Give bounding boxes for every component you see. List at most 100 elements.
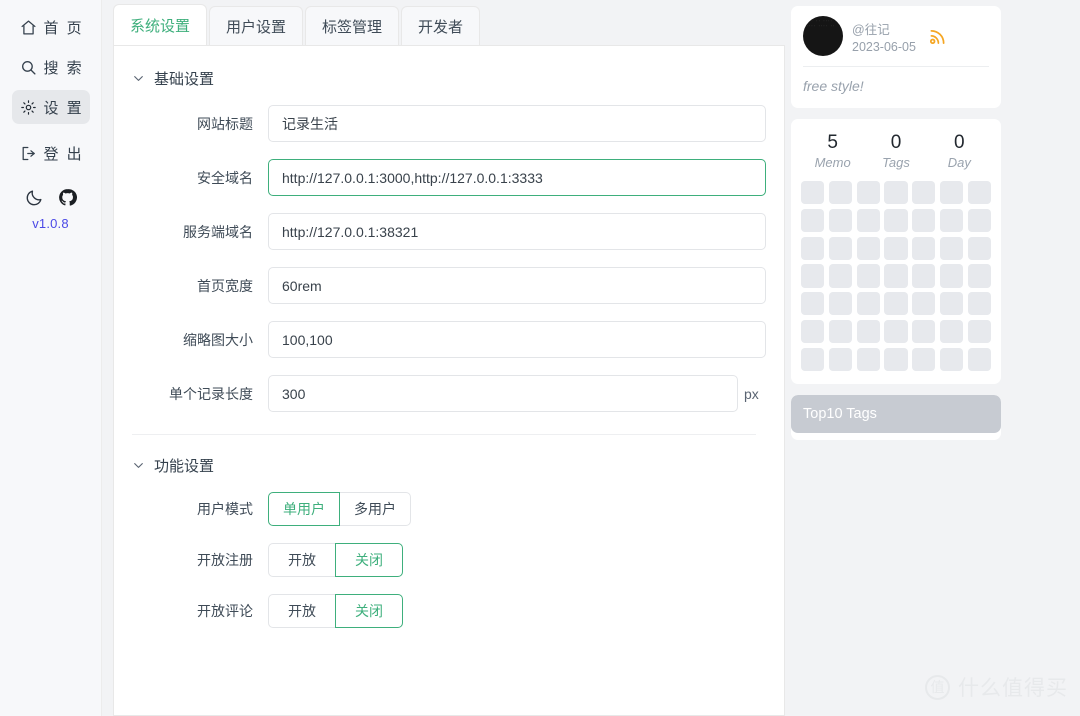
open-comment-option-closed[interactable]: 关闭 [335,594,403,628]
section-header-basic[interactable]: 基础设置 [122,68,766,89]
heatmap-cell[interactable] [939,292,964,316]
open-register-option-closed[interactable]: 关闭 [335,543,403,577]
heatmap-cell[interactable] [912,292,936,316]
field-secure-domain: 安全域名 http://127.0.0.1:3000,http://127.0.… [122,159,766,196]
user-mode-option-multi[interactable]: 多用户 [339,492,411,526]
field-thumbnail-size: 缩略图大小 100,100 [122,321,766,358]
tab-user-settings-label: 用户设置 [226,18,287,36]
heatmap-cell[interactable] [912,347,936,372]
tab-user-settings[interactable]: 用户设置 [209,6,304,45]
heatmap-cell[interactable] [884,292,908,316]
heatmap-cell[interactable] [967,347,992,372]
heatmap-cell[interactable] [884,264,908,288]
heatmap-cell[interactable] [884,181,908,205]
field-record-length: 单个记录长度 300 px [122,375,766,412]
heatmap-cell[interactable] [801,236,825,260]
open-comment-option-open[interactable]: 开放 [268,594,336,628]
heatmap-cell[interactable] [912,208,936,233]
heatmap-cell[interactable] [939,236,964,260]
section-header-feature[interactable]: 功能设置 [122,455,766,476]
open-register-option-open[interactable]: 开放 [268,543,336,577]
section-header-basic-label: 基础设置 [154,71,215,88]
heatmap-cell[interactable] [856,292,880,316]
logout-icon [20,145,37,162]
heatmap-cell[interactable] [801,264,825,288]
heatmap-cell[interactable] [912,264,936,288]
watermark: 值 什么值得买 [925,672,1068,702]
heatmap-cell[interactable] [828,264,853,288]
heatmap-cell[interactable] [939,181,964,205]
user-card-divider [803,66,989,67]
sidebar-item-home[interactable]: 首 页 [12,10,90,44]
heatmap-cell[interactable] [967,292,992,316]
heatmap-cell[interactable] [828,181,853,205]
heatmap-cell[interactable] [856,208,880,233]
stat-memo: 5 Memo [801,130,864,170]
heatmap-cell[interactable] [828,208,853,233]
heatmap-cell[interactable] [828,347,853,372]
server-domain-input[interactable]: http://127.0.0.1:38321 [268,213,766,250]
tab-tag-management[interactable]: 标签管理 [305,6,400,45]
heatmap-cell[interactable] [856,181,880,205]
heatmap-cell[interactable] [912,236,936,260]
github-icon[interactable] [58,188,77,207]
thumbnail-size-input[interactable]: 100,100 [268,321,766,358]
heatmap-cell[interactable] [939,319,964,344]
heatmap-cell[interactable] [856,319,880,344]
stats-card: 5 Memo 0 Tags 0 Day [791,119,1001,385]
heatmap-cell[interactable] [884,347,908,372]
heatmap-cell[interactable] [801,347,825,372]
heatmap-cell[interactable] [939,208,964,233]
heatmap-cell[interactable] [856,347,880,372]
heatmap-cell[interactable] [801,181,825,205]
heatmap-cell[interactable] [884,208,908,233]
stat-tags-value: 0 [890,132,902,153]
stat-tags: 0 Tags [864,130,927,170]
home-width-input[interactable]: 60rem [268,267,766,304]
sidebar-item-search[interactable]: 搜 索 [12,50,90,84]
heatmap-cell[interactable] [967,319,992,344]
user-meta: @往记 2023-06-05 [852,19,916,54]
heatmap-cell[interactable] [801,292,825,316]
heatmap-cell[interactable] [828,292,853,316]
heatmap-cell[interactable] [912,181,936,205]
avatar[interactable]: ··· ·· ···· · ···· ···· ·· [803,16,843,56]
rss-icon[interactable] [927,26,948,47]
heatmap-cell[interactable] [856,236,880,260]
user-tagline: free style! [803,78,864,94]
sidebar-item-logout[interactable]: 登 出 [12,136,90,170]
heatmap-cell[interactable] [828,236,853,260]
sidebar-icon-row [25,188,77,207]
heatmap-cell[interactable] [801,208,825,233]
field-site-title: 网站标题 记录生活 [122,105,766,142]
tab-system-settings[interactable]: 系统设置 [113,4,208,45]
tab-developer[interactable]: 开发者 [401,6,481,45]
heatmap-cell[interactable] [856,264,880,288]
stat-tags-label: Tags [882,155,910,170]
user-date: 2023-06-05 [852,39,916,54]
heatmap-cell[interactable] [884,319,908,344]
heatmap-cell[interactable] [967,181,992,205]
sidebar-item-settings[interactable]: 设 置 [11,90,90,124]
heatmap-cell[interactable] [828,319,853,344]
heatmap-cell[interactable] [884,236,908,260]
heatmap-cell[interactable] [967,236,992,260]
right-sidebar: ··· ·· ···· · ···· ···· ·· @往记 2023-06-0… [785,0,1080,716]
moon-icon[interactable] [25,188,44,207]
field-server-domain-label: 服务端域名 [183,223,253,240]
heatmap-cell[interactable] [939,347,964,372]
heatmap-cell[interactable] [939,264,964,288]
heatmap-cell[interactable] [967,208,992,233]
secure-domain-input[interactable]: http://127.0.0.1:3000,http://127.0.0.1:3… [268,159,766,196]
main-content: 系统设置 用户设置 标签管理 开发者 基础设置 网站标题 记录生活 安全域名 h… [102,0,785,716]
section-divider [132,434,756,435]
heatmap-cell[interactable] [912,319,936,344]
record-length-input[interactable]: 300 [268,375,738,412]
chevron-down-icon [132,72,145,85]
tab-tag-management-label: 标签管理 [322,18,383,36]
site-title-input[interactable]: 记录生活 [268,105,766,142]
heatmap-cell[interactable] [801,319,825,344]
user-mode-option-single[interactable]: 单用户 [268,492,340,526]
heatmap-cell[interactable] [967,264,992,288]
top-tags-card: Top10 Tags [791,395,1001,441]
